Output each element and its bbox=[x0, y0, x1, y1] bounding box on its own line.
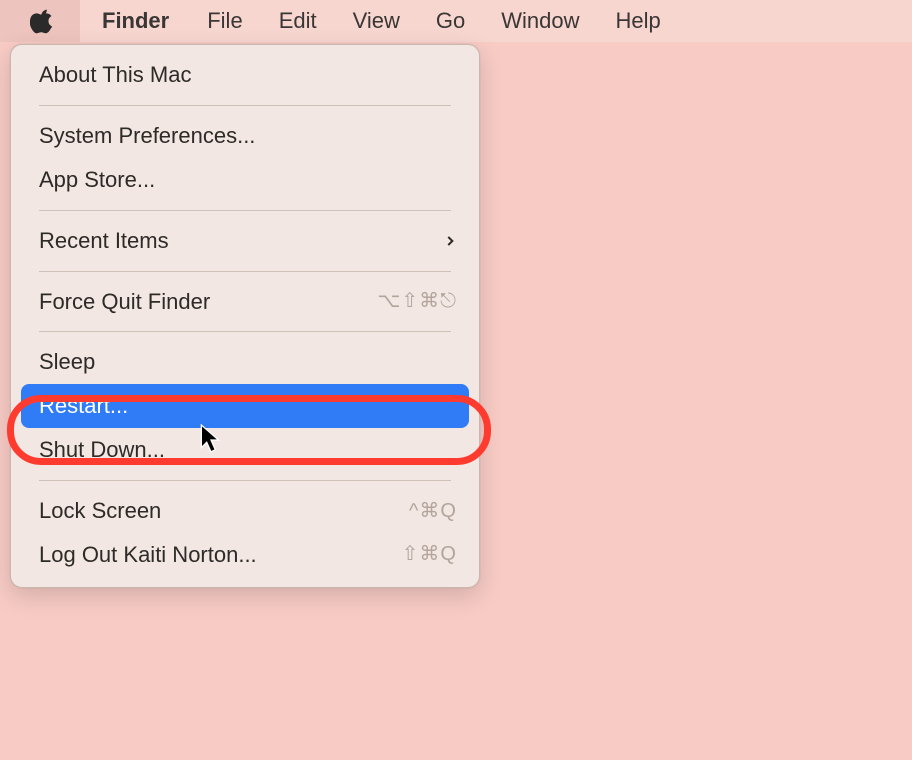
menu-lock-screen[interactable]: Lock Screen ^⌘Q bbox=[11, 489, 479, 533]
menu-item-label: Restart... bbox=[39, 390, 128, 422]
menu-divider bbox=[39, 480, 451, 481]
menubar-app-name[interactable]: Finder bbox=[80, 0, 189, 42]
menu-about-this-mac[interactable]: About This Mac bbox=[11, 53, 479, 97]
apple-logo-icon bbox=[30, 7, 54, 35]
menu-restart[interactable]: Restart... bbox=[21, 384, 469, 428]
menu-item-label: Shut Down... bbox=[39, 434, 165, 466]
menu-divider bbox=[39, 271, 451, 272]
menu-item-label: Force Quit Finder bbox=[39, 286, 210, 318]
menu-shortcut: ⌥⇧⌘⎋ bbox=[377, 287, 457, 316]
menu-item-label: System Preferences... bbox=[39, 120, 255, 152]
menu-force-quit[interactable]: Force Quit Finder ⌥⇧⌘⎋ bbox=[11, 280, 479, 324]
menubar-go[interactable]: Go bbox=[418, 0, 483, 42]
apple-menu-dropdown: About This Mac System Preferences... App… bbox=[10, 44, 480, 588]
menu-divider bbox=[39, 331, 451, 332]
menubar-view[interactable]: View bbox=[335, 0, 418, 42]
menu-item-label: About This Mac bbox=[39, 59, 191, 91]
menubar: Finder File Edit View Go Window Help bbox=[0, 0, 912, 42]
menu-system-preferences[interactable]: System Preferences... bbox=[11, 114, 479, 158]
menu-shortcut: ^⌘Q bbox=[409, 497, 457, 526]
menu-item-label: Log Out Kaiti Norton... bbox=[39, 539, 257, 571]
menubar-file[interactable]: File bbox=[189, 0, 260, 42]
menu-item-label: Sleep bbox=[39, 346, 95, 378]
menu-item-label: Lock Screen bbox=[39, 495, 161, 527]
apple-menu-button[interactable] bbox=[0, 0, 80, 42]
menu-app-store[interactable]: App Store... bbox=[11, 158, 479, 202]
menu-shut-down[interactable]: Shut Down... bbox=[11, 428, 479, 472]
menu-divider bbox=[39, 210, 451, 211]
cursor-icon bbox=[200, 424, 222, 454]
menu-divider bbox=[39, 105, 451, 106]
menu-recent-items[interactable]: Recent Items bbox=[11, 219, 479, 263]
chevron-right-icon bbox=[443, 234, 457, 248]
menu-item-label: App Store... bbox=[39, 164, 155, 196]
menubar-window[interactable]: Window bbox=[483, 0, 597, 42]
menu-log-out[interactable]: Log Out Kaiti Norton... ⇧⌘Q bbox=[11, 533, 479, 577]
menubar-edit[interactable]: Edit bbox=[261, 0, 335, 42]
menu-sleep[interactable]: Sleep bbox=[11, 340, 479, 384]
menu-item-label: Recent Items bbox=[39, 225, 169, 257]
menubar-help[interactable]: Help bbox=[598, 0, 679, 42]
menu-shortcut: ⇧⌘Q bbox=[402, 540, 457, 569]
